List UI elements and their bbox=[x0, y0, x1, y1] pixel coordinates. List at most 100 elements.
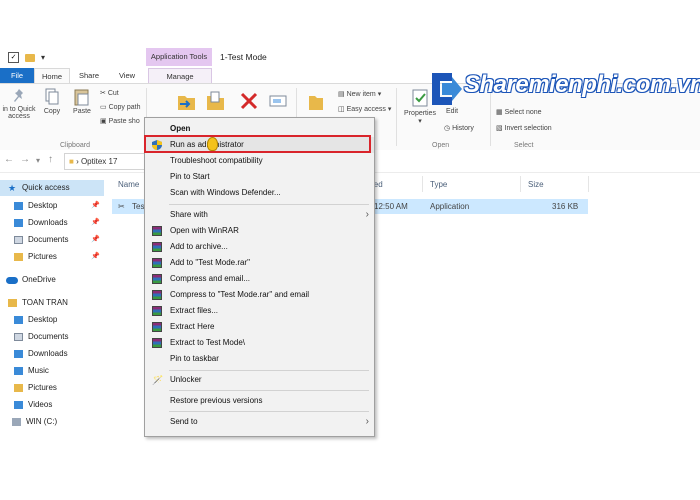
column-divider[interactable] bbox=[588, 176, 589, 192]
title-bar: ✓ ▾ Application Tools 1-Test Mode bbox=[0, 48, 700, 69]
rename-icon[interactable] bbox=[268, 90, 288, 112]
menu-item-restore-previous-versions[interactable]: Restore previous versions bbox=[145, 393, 374, 409]
pin-icon[interactable]: 📌 bbox=[91, 232, 100, 248]
column-size[interactable]: Size bbox=[528, 180, 544, 189]
cut-button[interactable]: ✂ Cut bbox=[100, 89, 119, 97]
copy-button[interactable]: Copy bbox=[40, 88, 64, 115]
desktop-icon bbox=[14, 202, 23, 210]
nav-quick-access[interactable]: ★ Quick access bbox=[0, 180, 104, 196]
nav-onedrive[interactable]: OneDrive bbox=[0, 272, 104, 288]
nav-item-documents[interactable]: Documents 📌 bbox=[0, 232, 104, 248]
forward-arrow-icon[interactable]: → bbox=[20, 154, 30, 165]
nav-user-item-music[interactable]: Music bbox=[0, 363, 104, 379]
menu-item-label: Troubleshoot compatibility bbox=[170, 156, 263, 165]
delete-icon[interactable] bbox=[240, 92, 258, 110]
wand-icon: 🪄 bbox=[152, 375, 164, 385]
star-icon: ★ bbox=[8, 183, 17, 193]
nav-item-label: Pictures bbox=[28, 383, 57, 392]
videos-icon bbox=[14, 401, 23, 409]
recent-dropdown-icon[interactable]: ▾ bbox=[36, 156, 40, 165]
menu-item-extract-files[interactable]: Extract files... bbox=[145, 303, 374, 319]
file-type: Application bbox=[430, 202, 470, 211]
tab-file[interactable]: File bbox=[0, 68, 34, 83]
winrar-icon bbox=[152, 338, 162, 348]
copy-path-button[interactable]: ▭ Copy path bbox=[100, 103, 141, 111]
pin-icon[interactable]: 📌 bbox=[91, 198, 100, 214]
menu-item-add-to-archive[interactable]: Add to archive... bbox=[145, 239, 374, 255]
nav-item-label: Desktop bbox=[28, 201, 58, 210]
menu-item-label: Send to bbox=[170, 417, 198, 426]
watermark: Sharemienphi.com.vn bbox=[428, 67, 700, 115]
paste-shortcut-icon: ▣ bbox=[100, 118, 107, 125]
pin-label-1: in to Quick bbox=[2, 106, 36, 113]
nav-item-label: Pictures bbox=[28, 252, 57, 261]
nav-user-item-drive-c[interactable]: WIN (C:) bbox=[0, 414, 104, 430]
invert-selection-button[interactable]: ▧ Invert selection bbox=[496, 124, 552, 132]
back-arrow-icon[interactable]: ← bbox=[4, 154, 14, 165]
nav-item-downloads[interactable]: Downloads 📌 bbox=[0, 215, 104, 231]
menu-item-pin-to-taskbar[interactable]: Pin to taskbar bbox=[145, 351, 374, 367]
nav-user[interactable]: TOAN TRAN bbox=[0, 295, 104, 311]
folder-icon[interactable] bbox=[25, 53, 35, 62]
menu-item-label: Unlocker bbox=[170, 375, 202, 384]
menu-item-share-with[interactable]: Share with › bbox=[145, 207, 374, 223]
winrar-icon bbox=[152, 274, 162, 284]
nav-user-item-downloads[interactable]: Downloads bbox=[0, 346, 104, 362]
menu-item-label: Restore previous versions bbox=[170, 396, 263, 405]
new-folder-icon[interactable] bbox=[308, 90, 324, 112]
menu-item-label: Extract to Test Mode\ bbox=[170, 338, 245, 347]
nav-user-item-desktop[interactable]: Desktop bbox=[0, 312, 104, 328]
menu-item-unlocker[interactable]: 🪄 Unlocker bbox=[145, 372, 374, 388]
tab-home[interactable]: Home bbox=[34, 68, 70, 83]
up-arrow-icon[interactable]: ↑ bbox=[48, 154, 53, 165]
nav-user-item-pictures[interactable]: Pictures bbox=[0, 380, 104, 396]
menu-item-troubleshoot-compatibility[interactable]: Troubleshoot compatibility bbox=[145, 153, 374, 169]
move-to-icon[interactable] bbox=[176, 90, 196, 112]
menu-item-extract-to[interactable]: Extract to Test Mode\ bbox=[145, 335, 374, 351]
menu-item-send-to[interactable]: Send to › bbox=[145, 414, 374, 430]
customize-arrow-icon[interactable]: ▾ bbox=[41, 53, 45, 62]
menu-item-label: Pin to taskbar bbox=[170, 354, 219, 363]
menu-item-compress-email[interactable]: Compress and email... bbox=[145, 271, 374, 287]
cut-label: Cut bbox=[107, 90, 119, 97]
menu-item-add-to-rar[interactable]: Add to "Test Mode.rar" bbox=[145, 255, 374, 271]
pictures-icon bbox=[14, 384, 23, 392]
menu-item-extract-here[interactable]: Extract Here bbox=[145, 319, 374, 335]
hand-cursor-icon bbox=[207, 137, 218, 151]
paste-icon bbox=[74, 89, 89, 106]
nav-item-pictures[interactable]: Pictures 📌 bbox=[0, 249, 104, 265]
menu-item-open-with-winrar[interactable]: Open with WinRAR bbox=[145, 223, 374, 239]
new-item-button[interactable]: ▤ New item ▾ bbox=[338, 90, 381, 98]
file-date: 12:50 AM bbox=[374, 202, 408, 211]
column-divider[interactable] bbox=[520, 176, 521, 192]
menu-item-compress-rar-email[interactable]: Compress to "Test Mode.rar" and email bbox=[145, 287, 374, 303]
tab-share[interactable]: Share bbox=[72, 68, 106, 83]
nav-user-item-documents[interactable]: Documents bbox=[0, 329, 104, 345]
pin-icon[interactable]: 📌 bbox=[91, 215, 100, 231]
pin-to-quick-access-button[interactable]: in to Quick access bbox=[2, 88, 36, 120]
watermark-logo-icon bbox=[432, 73, 462, 105]
tab-view[interactable]: View bbox=[110, 68, 144, 83]
winrar-icon bbox=[152, 306, 162, 316]
winrar-icon bbox=[152, 242, 162, 252]
menu-separator bbox=[169, 204, 369, 205]
copy-icon bbox=[45, 88, 59, 105]
paste-button[interactable]: Paste bbox=[70, 88, 94, 115]
pin-icon[interactable]: 📌 bbox=[91, 249, 100, 265]
checkbox-icon[interactable]: ✓ bbox=[8, 52, 19, 63]
easy-access-button[interactable]: ◫ Easy access ▾ bbox=[338, 105, 391, 113]
nav-item-desktop[interactable]: Desktop 📌 bbox=[0, 198, 104, 214]
tab-manage[interactable]: Manage bbox=[148, 68, 212, 83]
copy-to-icon[interactable] bbox=[205, 90, 225, 112]
column-divider[interactable] bbox=[422, 176, 423, 192]
menu-separator bbox=[169, 390, 369, 391]
column-name[interactable]: Name bbox=[118, 180, 139, 189]
menu-item-label: Compress to "Test Mode.rar" and email bbox=[170, 290, 310, 299]
menu-item-pin-to-start[interactable]: Pin to Start bbox=[145, 169, 374, 185]
history-button[interactable]: ◷ History bbox=[444, 124, 474, 132]
menu-item-scan-defender[interactable]: Scan with Windows Defender... bbox=[145, 185, 374, 201]
column-type[interactable]: Type bbox=[430, 180, 447, 189]
nav-user-item-videos[interactable]: Videos bbox=[0, 397, 104, 413]
paste-label: Paste bbox=[73, 108, 91, 115]
paste-shortcut-button[interactable]: ▣ Paste sho bbox=[100, 117, 140, 125]
